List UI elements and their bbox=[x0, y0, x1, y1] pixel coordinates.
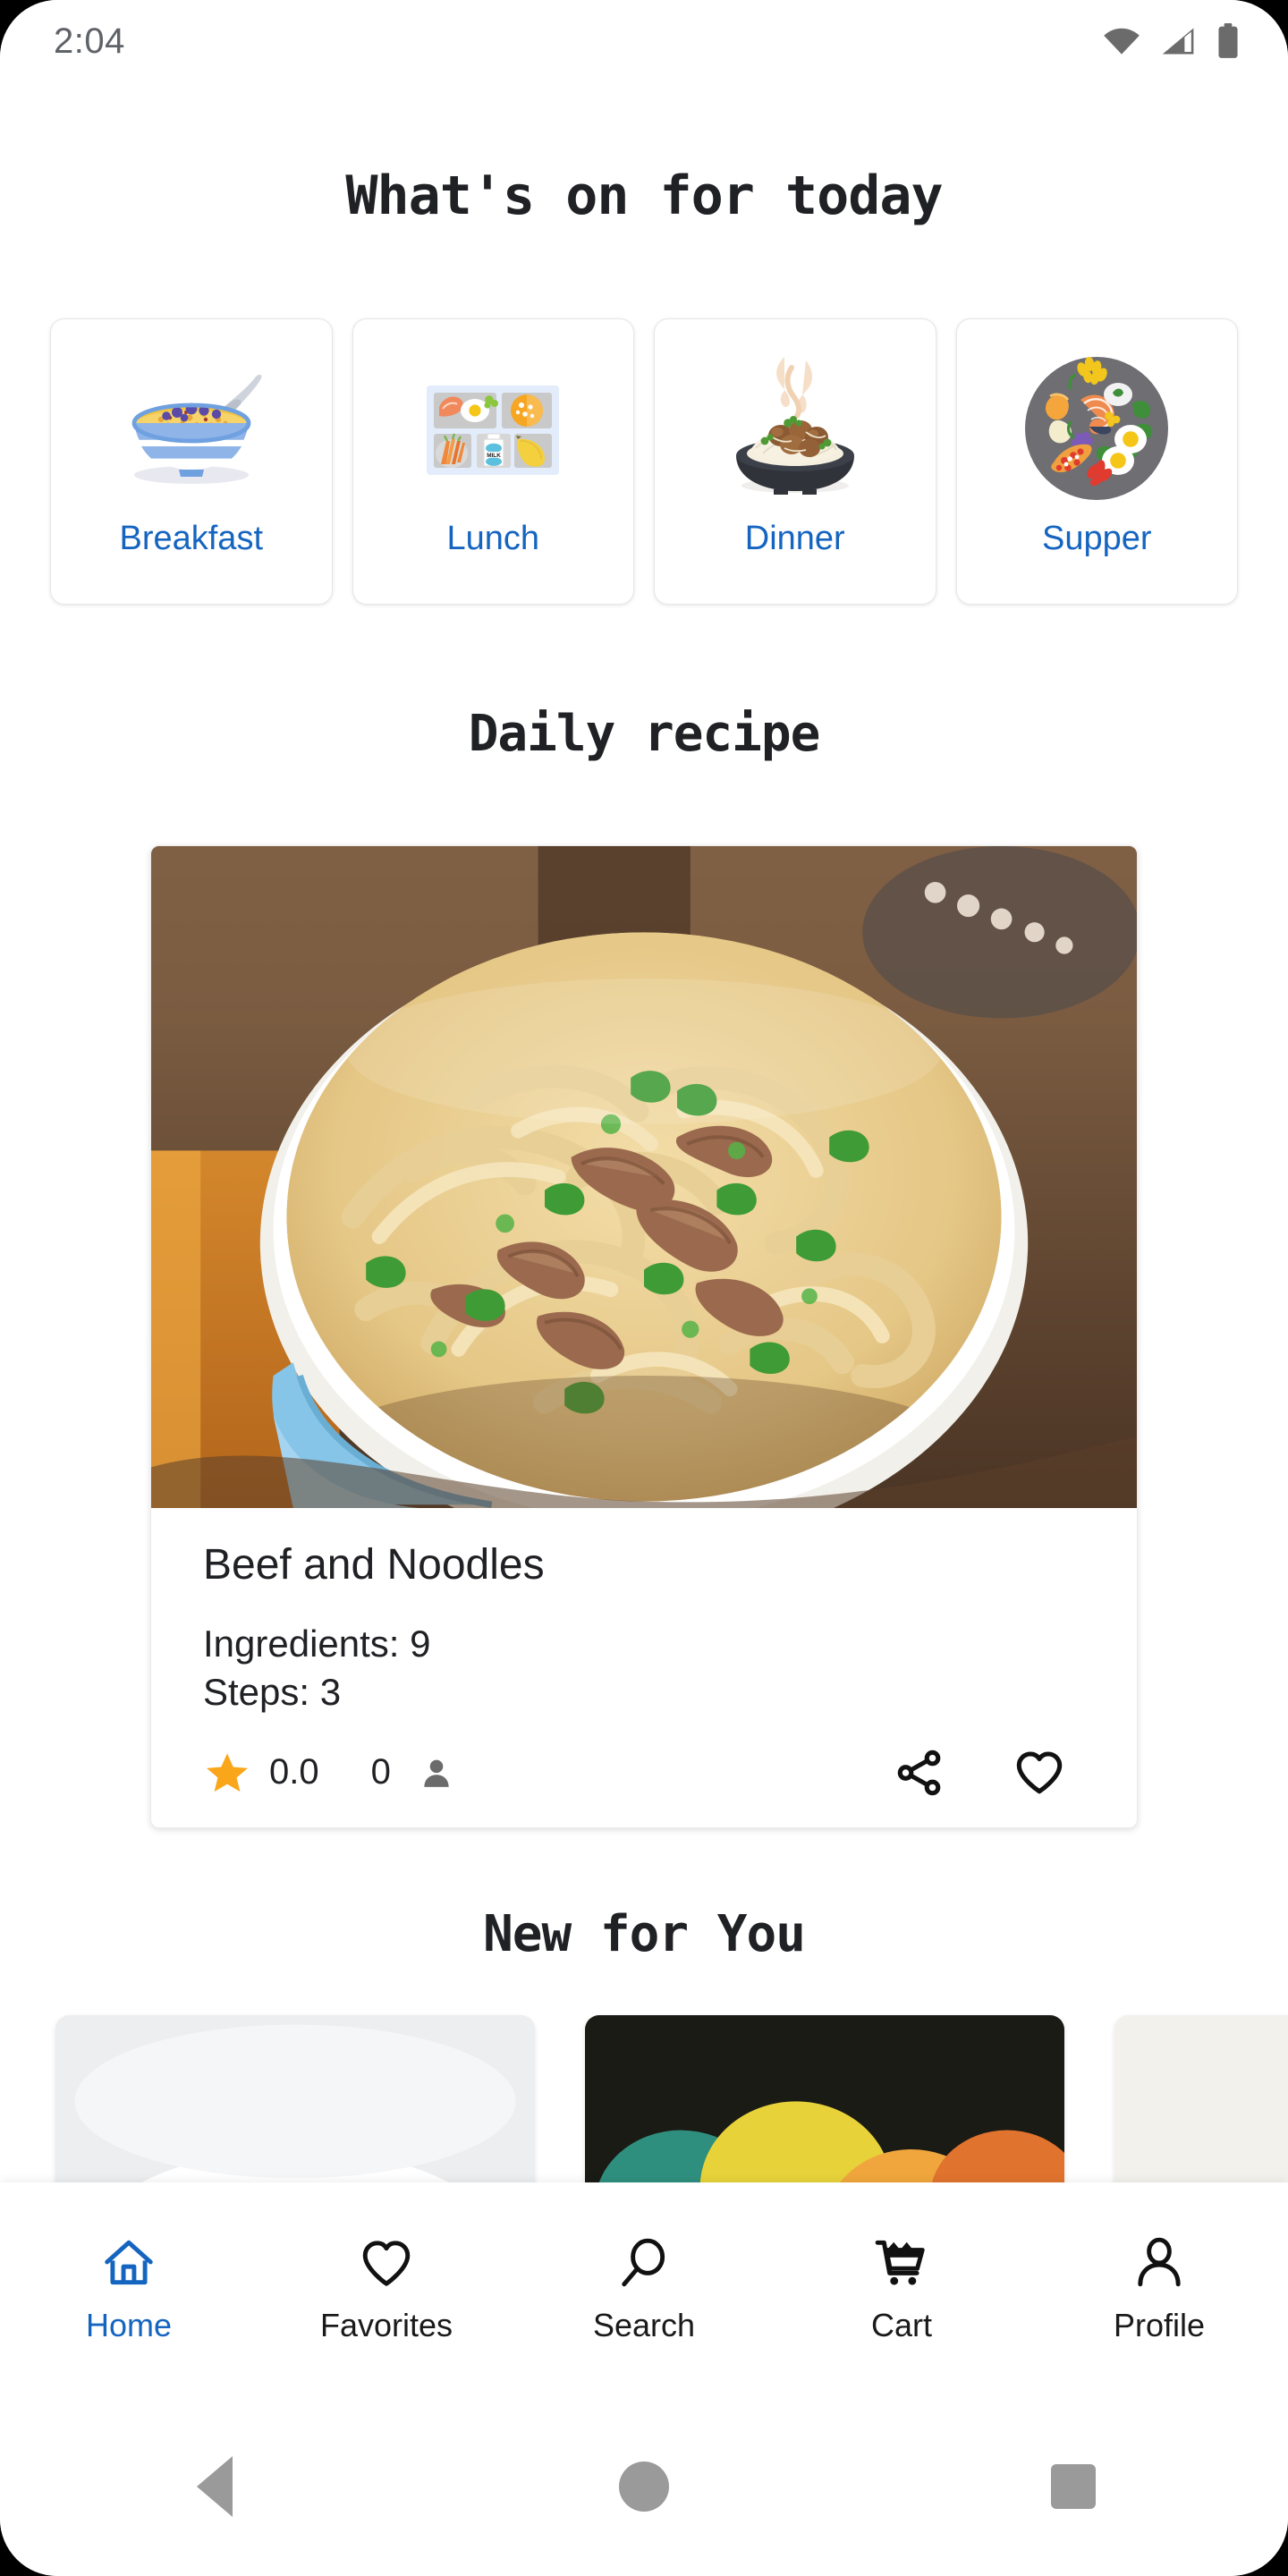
lunch-tray-icon: MILK bbox=[403, 339, 582, 518]
meal-card-dinner[interactable]: Dinner bbox=[654, 318, 936, 605]
meal-label: Breakfast bbox=[119, 520, 264, 557]
cellular-signal-icon bbox=[1162, 28, 1194, 55]
person-icon bbox=[424, 1759, 449, 1787]
system-home-button[interactable] bbox=[590, 2433, 698, 2540]
dinner-platter-icon bbox=[1007, 339, 1186, 518]
bottom-navigation-bar: Home Favorites Search Cart Profile bbox=[0, 2182, 1288, 2397]
review-count: 0 bbox=[370, 1752, 391, 1792]
recipe-card-body: Beef and Noodles Ingredients: 9 Steps: 3… bbox=[151, 1508, 1137, 1827]
android-system-nav bbox=[0, 2397, 1288, 2576]
share-icon[interactable] bbox=[894, 1747, 945, 1799]
section-heading-daily-recipe: Daily recipe bbox=[468, 705, 821, 763]
status-time: 2:04 bbox=[54, 21, 125, 61]
nav-item-home[interactable]: Home bbox=[0, 2235, 258, 2344]
nav-item-cart[interactable]: Cart bbox=[773, 2235, 1030, 2344]
status-icons bbox=[1102, 23, 1240, 59]
system-recents-button[interactable] bbox=[1020, 2433, 1127, 2540]
meal-category-row: Breakfast MILK Lunch Dinner Supper bbox=[0, 318, 1288, 605]
phone-screen: 2:04 What's on for today Breakfast MILK … bbox=[0, 0, 1288, 2576]
section-heading-new-for-you: New for You bbox=[483, 1904, 806, 1963]
nav-label: Home bbox=[85, 2307, 173, 2343]
nav-label: Profile bbox=[1113, 2307, 1206, 2343]
page-title: What's on for today bbox=[345, 165, 943, 227]
beef-and-noodles-photo bbox=[151, 846, 1137, 1508]
meal-card-supper[interactable]: Supper bbox=[955, 318, 1238, 605]
battery-icon bbox=[1218, 23, 1238, 58]
nav-item-search[interactable]: Search bbox=[515, 2235, 773, 2344]
home-circle-icon bbox=[619, 2462, 669, 2512]
recipe-steps-count: Steps: 3 bbox=[203, 1670, 342, 1713]
cart-icon bbox=[875, 2240, 925, 2285]
recipe-title: Beef and Noodles bbox=[203, 1541, 545, 1589]
svg-text:MILK: MILK bbox=[487, 453, 501, 459]
search-icon bbox=[622, 2238, 665, 2287]
spaghetti-plate-icon bbox=[706, 339, 885, 518]
daily-recipe-card[interactable]: Beef and Noodles Ingredients: 9 Steps: 3… bbox=[150, 845, 1138, 1828]
recipe-action-buttons bbox=[894, 1747, 1085, 1799]
back-triangle-icon bbox=[197, 2456, 233, 2517]
recipe-actions-row: 0.0 0 bbox=[203, 1747, 1085, 1804]
wifi-icon bbox=[1104, 28, 1140, 55]
rating-value: 0.0 bbox=[269, 1752, 319, 1792]
status-bar: 2:04 bbox=[0, 0, 1288, 82]
nav-item-favorites[interactable]: Favorites bbox=[258, 2235, 515, 2344]
main-scroll-content[interactable]: What's on for today Breakfast MILK Lunch… bbox=[0, 82, 1288, 2284]
meal-label: Dinner bbox=[744, 520, 845, 557]
cereal-bowl-icon bbox=[102, 339, 281, 518]
rating-group: 0.0 0 bbox=[203, 1749, 453, 1797]
recipe-ingredients-count: Ingredients: 9 bbox=[203, 1623, 431, 1665]
meal-label: Lunch bbox=[446, 520, 540, 557]
nav-label: Favorites bbox=[319, 2307, 453, 2343]
meal-label: Supper bbox=[1041, 520, 1152, 557]
heart-outline-icon[interactable] bbox=[1013, 1747, 1065, 1799]
nav-label: Cart bbox=[870, 2307, 932, 2343]
heart-outline-icon bbox=[362, 2241, 411, 2286]
system-back-button[interactable] bbox=[161, 2433, 268, 2540]
meal-card-lunch[interactable]: MILK Lunch bbox=[352, 318, 634, 605]
person-outline-icon bbox=[1138, 2237, 1181, 2287]
star-filled-icon bbox=[207, 1752, 248, 1792]
home-icon bbox=[105, 2240, 153, 2285]
nav-label: Search bbox=[592, 2307, 696, 2343]
recents-square-icon bbox=[1051, 2464, 1096, 2509]
recipe-meta: Ingredients: 9 Steps: 3 bbox=[203, 1620, 1085, 1716]
nav-item-profile[interactable]: Profile bbox=[1030, 2235, 1288, 2344]
meal-card-breakfast[interactable]: Breakfast bbox=[50, 318, 333, 605]
